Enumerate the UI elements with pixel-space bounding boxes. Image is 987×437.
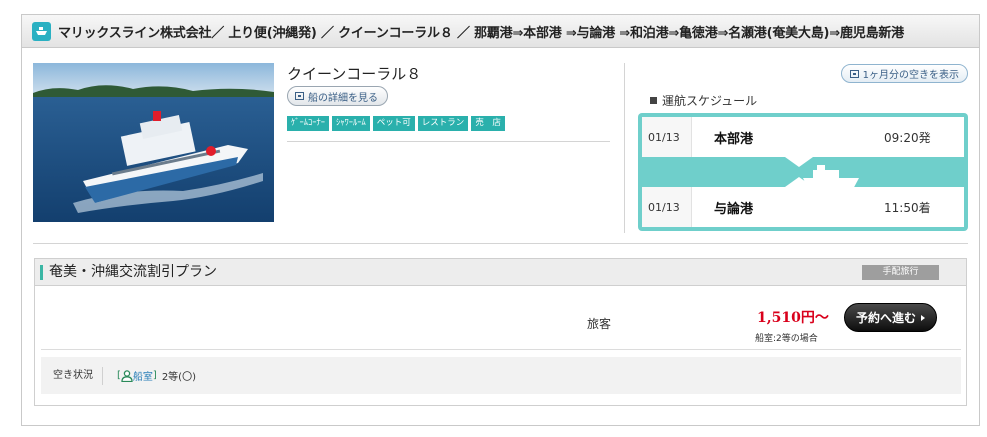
price-note: 船室:2等の場合 bbox=[755, 334, 818, 344]
window-icon bbox=[295, 92, 304, 100]
plan-section: 奄美・沖縄交流割引プラン 手配旅行 旅客 1,510円～ 船室:2等の場合 予約… bbox=[34, 258, 967, 406]
route-header: マリックスライン株式会社／ 上り便(沖縄発) ／ クイーンコーラル８ ／ 那覇港… bbox=[22, 15, 979, 48]
square-bullet-icon bbox=[650, 97, 657, 104]
plan-title: 奄美・沖縄交流割引プラン bbox=[40, 264, 217, 280]
notch bbox=[785, 177, 813, 187]
vacancy-label: 空き状況 bbox=[41, 366, 103, 385]
ship-detail-label: 船の詳細を見る bbox=[308, 92, 378, 104]
agency-badge: 手配旅行 bbox=[862, 264, 939, 280]
window-icon bbox=[849, 69, 859, 78]
ship-photo bbox=[33, 63, 274, 222]
book-button-label: 予約へ進む bbox=[855, 311, 916, 325]
vacancy-row: 空き状況 [ 船室 ] 2等(〇) bbox=[41, 357, 961, 394]
cabin-link-close: ] bbox=[152, 370, 157, 381]
schedule-panel: 01/13 本部港 09:20発 01/13 与論港 11:50着 bbox=[638, 113, 968, 231]
book-button[interactable]: 予約へ進む bbox=[844, 303, 937, 332]
facility-tag: ｹﾞｰﾑｺｰﾅｰ bbox=[287, 116, 330, 131]
ferry-result-card: マリックスライン株式会社／ 上り便(沖縄発) ／ クイーンコーラル８ ／ 那覇港… bbox=[21, 14, 980, 426]
schedule-title: 運航スケジュール bbox=[650, 92, 757, 109]
facility-tag: ペット可 bbox=[372, 116, 415, 131]
fare-label: 旅客 bbox=[587, 317, 612, 331]
departure-date: 01/13 bbox=[642, 117, 692, 157]
arrow-right-icon bbox=[921, 314, 925, 321]
cabin-link[interactable]: [ 船室 ] bbox=[117, 368, 157, 383]
ship-icon bbox=[32, 21, 51, 41]
month-availability-button[interactable]: 1ヶ月分の空きを表示 bbox=[840, 64, 968, 83]
month-availability-label: 1ヶ月分の空きを表示 bbox=[862, 70, 959, 81]
facility-tag: 売 店 bbox=[471, 116, 505, 131]
schedule-title-text: 運航スケジュール bbox=[662, 94, 758, 108]
cabin-availability: 2等(〇) bbox=[161, 372, 196, 383]
facility-tags: ｹﾞｰﾑｺｰﾅｰ ｼｬﾜｰﾙｰﾑ ペット可 レストラン 売 店 bbox=[287, 116, 505, 131]
ship-name: クイーンコーラル８ bbox=[287, 65, 422, 83]
facility-tag: ｼｬﾜｰﾙｰﾑ bbox=[332, 116, 370, 131]
arrival-row: 01/13 与論港 11:50着 bbox=[642, 187, 964, 227]
departure-port: 本部港 bbox=[714, 131, 754, 147]
departure-row: 01/13 本部港 09:20発 bbox=[642, 117, 964, 157]
departure-time: 09:20発 bbox=[884, 130, 931, 145]
arrival-time: 11:50着 bbox=[884, 200, 931, 215]
arrival-port: 与論港 bbox=[714, 201, 754, 217]
divider bbox=[287, 141, 610, 142]
person-icon bbox=[121, 369, 133, 382]
ship-detail-button[interactable]: 船の詳細を見る bbox=[287, 86, 388, 106]
facility-tag: レストラン bbox=[417, 116, 469, 131]
divider bbox=[624, 63, 625, 233]
plan-header: 奄美・沖縄交流割引プラン 手配旅行 bbox=[35, 259, 966, 286]
route-title: マリックスライン株式会社／ 上り便(沖縄発) ／ クイーンコーラル８ ／ 那覇港… bbox=[58, 25, 904, 41]
arrival-date: 01/13 bbox=[642, 187, 692, 227]
divider bbox=[33, 243, 968, 244]
fare-row: 旅客 1,510円～ 船室:2等の場合 予約へ進む bbox=[41, 287, 961, 350]
price: 1,510円～ bbox=[757, 310, 829, 326]
cabin-link-label: 船室 bbox=[132, 372, 153, 383]
